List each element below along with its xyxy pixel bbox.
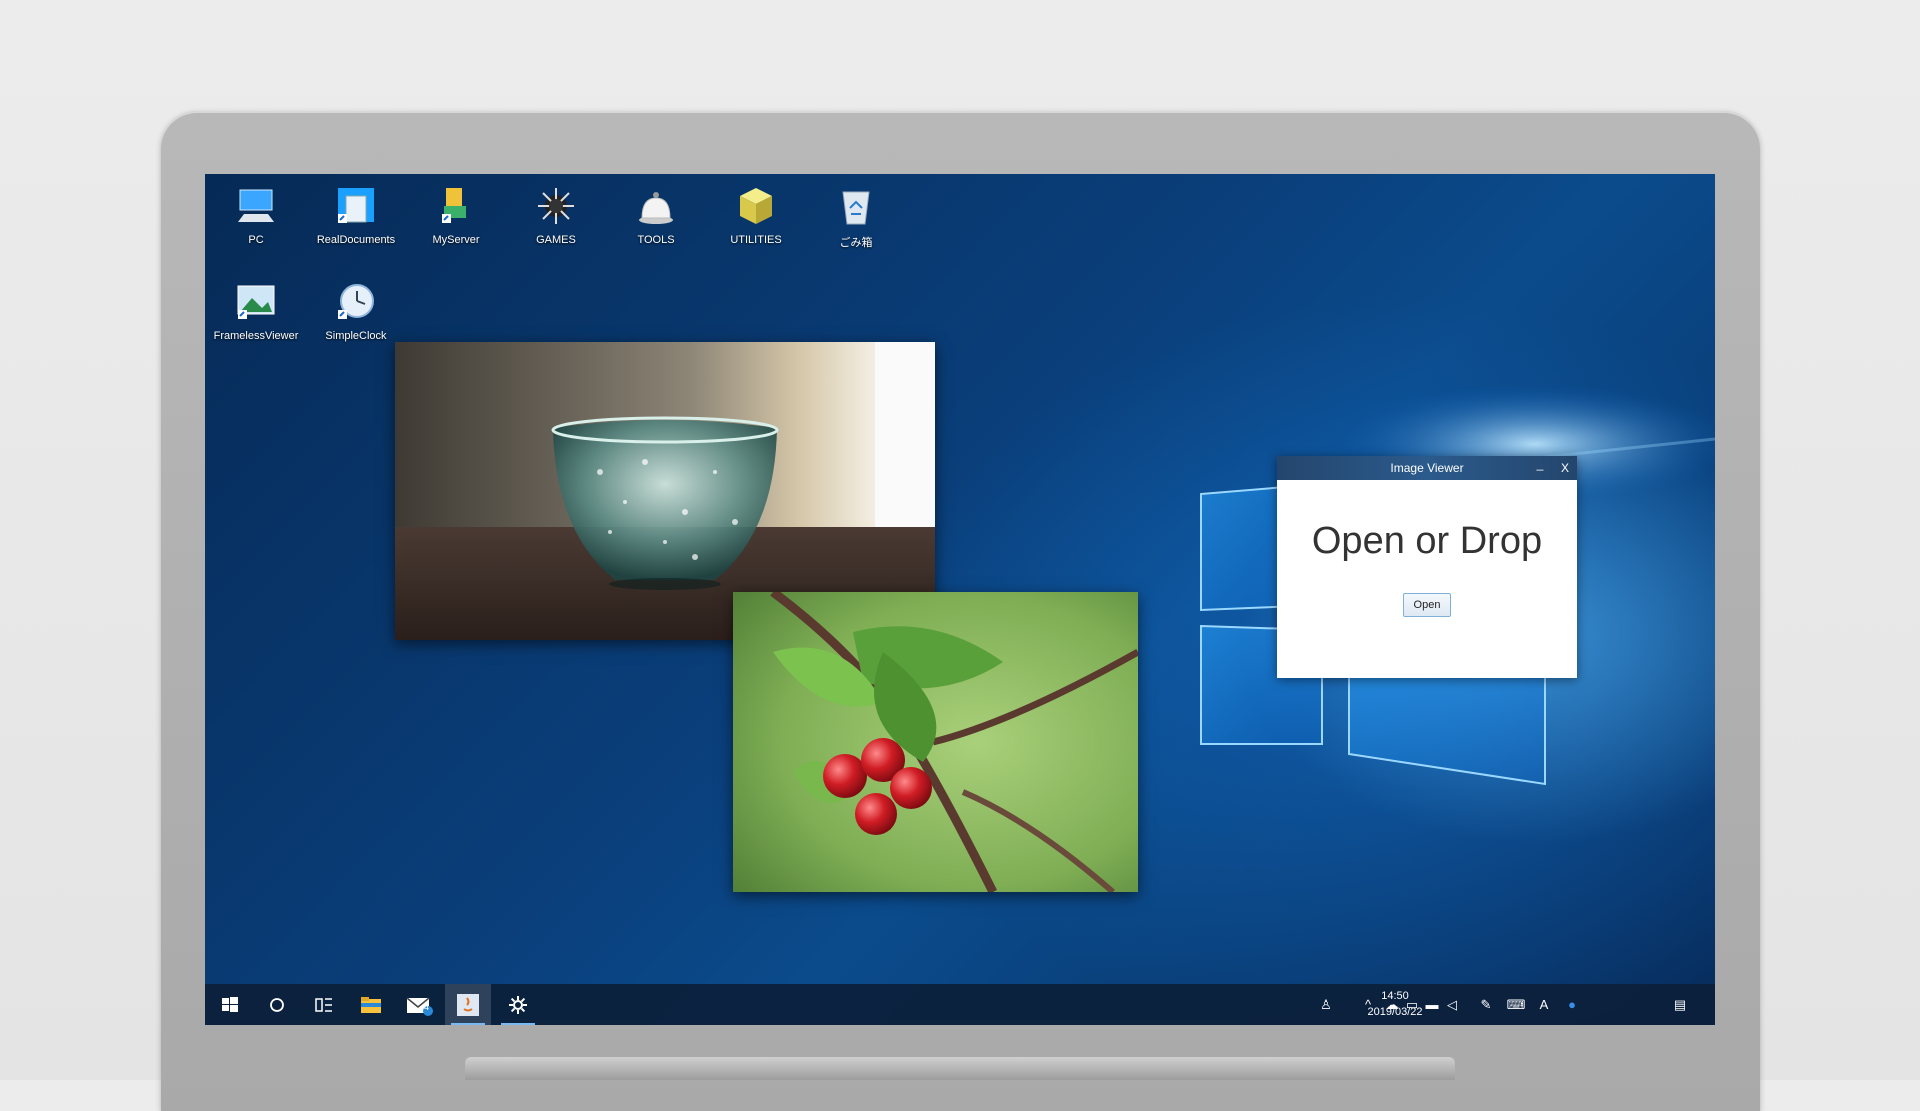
keyboard-icon[interactable]: ⌨ [1505, 984, 1527, 1025]
app-status-icon[interactable]: ● [1561, 984, 1583, 1025]
image-viewer-titlebar[interactable]: Image Viewer _ X [1277, 456, 1577, 480]
cube-icon [740, 188, 772, 224]
people-icon[interactable]: ♙ [1315, 984, 1337, 1025]
open-button[interactable]: Open [1403, 593, 1451, 617]
games-icon [538, 188, 574, 224]
pen-icon[interactable]: ✎ [1475, 984, 1497, 1025]
computer-icon [238, 189, 274, 222]
cherry-leaf-photo[interactable] [733, 592, 1138, 892]
cherry-image [733, 592, 1138, 892]
settings-button[interactable] [495, 984, 541, 1025]
settings-icon [509, 995, 527, 1014]
desktop-icon-label: FramelessViewer [213, 330, 299, 342]
documents-folder-icon [338, 188, 374, 223]
clock-date: 2019/03/22 [1367, 1006, 1423, 1018]
desktop-icon-label: ごみ箱 [839, 237, 873, 249]
desktop-icon-utilities[interactable]: UTILITIES [710, 184, 802, 246]
drop-message: Open or Drop [1311, 520, 1543, 562]
desktop-icon-recycle-bin[interactable]: ごみ箱 [810, 184, 902, 250]
desktop-icon-label: GAMES [536, 234, 576, 246]
desktop-icon-games[interactable]: GAMES [510, 184, 602, 246]
desktop-icon-realdocuments[interactable]: RealDocuments [310, 184, 402, 246]
task-view-icon [315, 997, 332, 1012]
desktop-icon-label: PC [248, 234, 264, 246]
desktop-icon-label: RealDocuments [316, 234, 396, 246]
desktop-icon-myserver[interactable]: MyServer [410, 184, 502, 246]
clock-icon [338, 284, 374, 319]
taskbar: 4 ♙ ^ ☁ ▭ ▬ ◁ ✎ ⌨ A ● 14:50 2019/03/22 ▤ [205, 984, 1715, 1025]
file-explorer-icon [361, 996, 381, 1013]
file-explorer-button[interactable] [348, 984, 394, 1025]
mail-badge: 4 [424, 1002, 430, 1012]
desktop-icon-simpleclock[interactable]: SimpleClock [310, 280, 402, 342]
start-icon [222, 996, 238, 1012]
image-viewer-icon [237, 285, 275, 319]
java-app-button[interactable] [445, 984, 491, 1025]
notification-icon[interactable]: ▤ [1669, 984, 1691, 1025]
task-view-button[interactable] [301, 984, 347, 1025]
mail-button[interactable]: 4 [397, 984, 443, 1025]
image-viewer-title: Image Viewer [1390, 461, 1464, 475]
search-button[interactable] [254, 984, 300, 1025]
desktop-icon-pc[interactable]: PC [210, 184, 302, 246]
volume-icon[interactable]: ◁ [1441, 984, 1463, 1025]
close-button[interactable]: X [1553, 456, 1577, 480]
bell-icon [639, 192, 673, 224]
desktop-screen: PC RealDocuments MyServer GAMES TOOLS UT… [205, 174, 1715, 1025]
ime-indicator[interactable]: A [1533, 984, 1555, 1025]
desktop-icon-label: UTILITIES [730, 234, 782, 246]
image-viewer-window[interactable]: Image Viewer _ X Open or Drop Open [1277, 456, 1577, 678]
desktop-icon-label: TOOLS [637, 234, 675, 246]
java-app-icon [457, 993, 479, 1016]
desktop-icon-tools[interactable]: TOOLS [610, 184, 702, 246]
minimize-button[interactable]: _ [1533, 452, 1547, 476]
search-icon [270, 997, 284, 1012]
laptop-hinge [465, 1057, 1455, 1080]
taskbar-clock[interactable]: 14:50 2019/03/22 [1359, 988, 1431, 1020]
mail-icon [406, 996, 433, 1016]
server-folder-icon [442, 188, 466, 223]
start-button[interactable] [207, 984, 253, 1025]
desktop-icon-framelessviewer[interactable]: FramelessViewer [210, 280, 302, 342]
desktop-icon-label: MyServer [432, 234, 480, 246]
recycle-bin-icon [842, 191, 870, 225]
clock-time: 14:50 [1381, 990, 1409, 1002]
desktop-icon-label: SimpleClock [325, 330, 387, 342]
